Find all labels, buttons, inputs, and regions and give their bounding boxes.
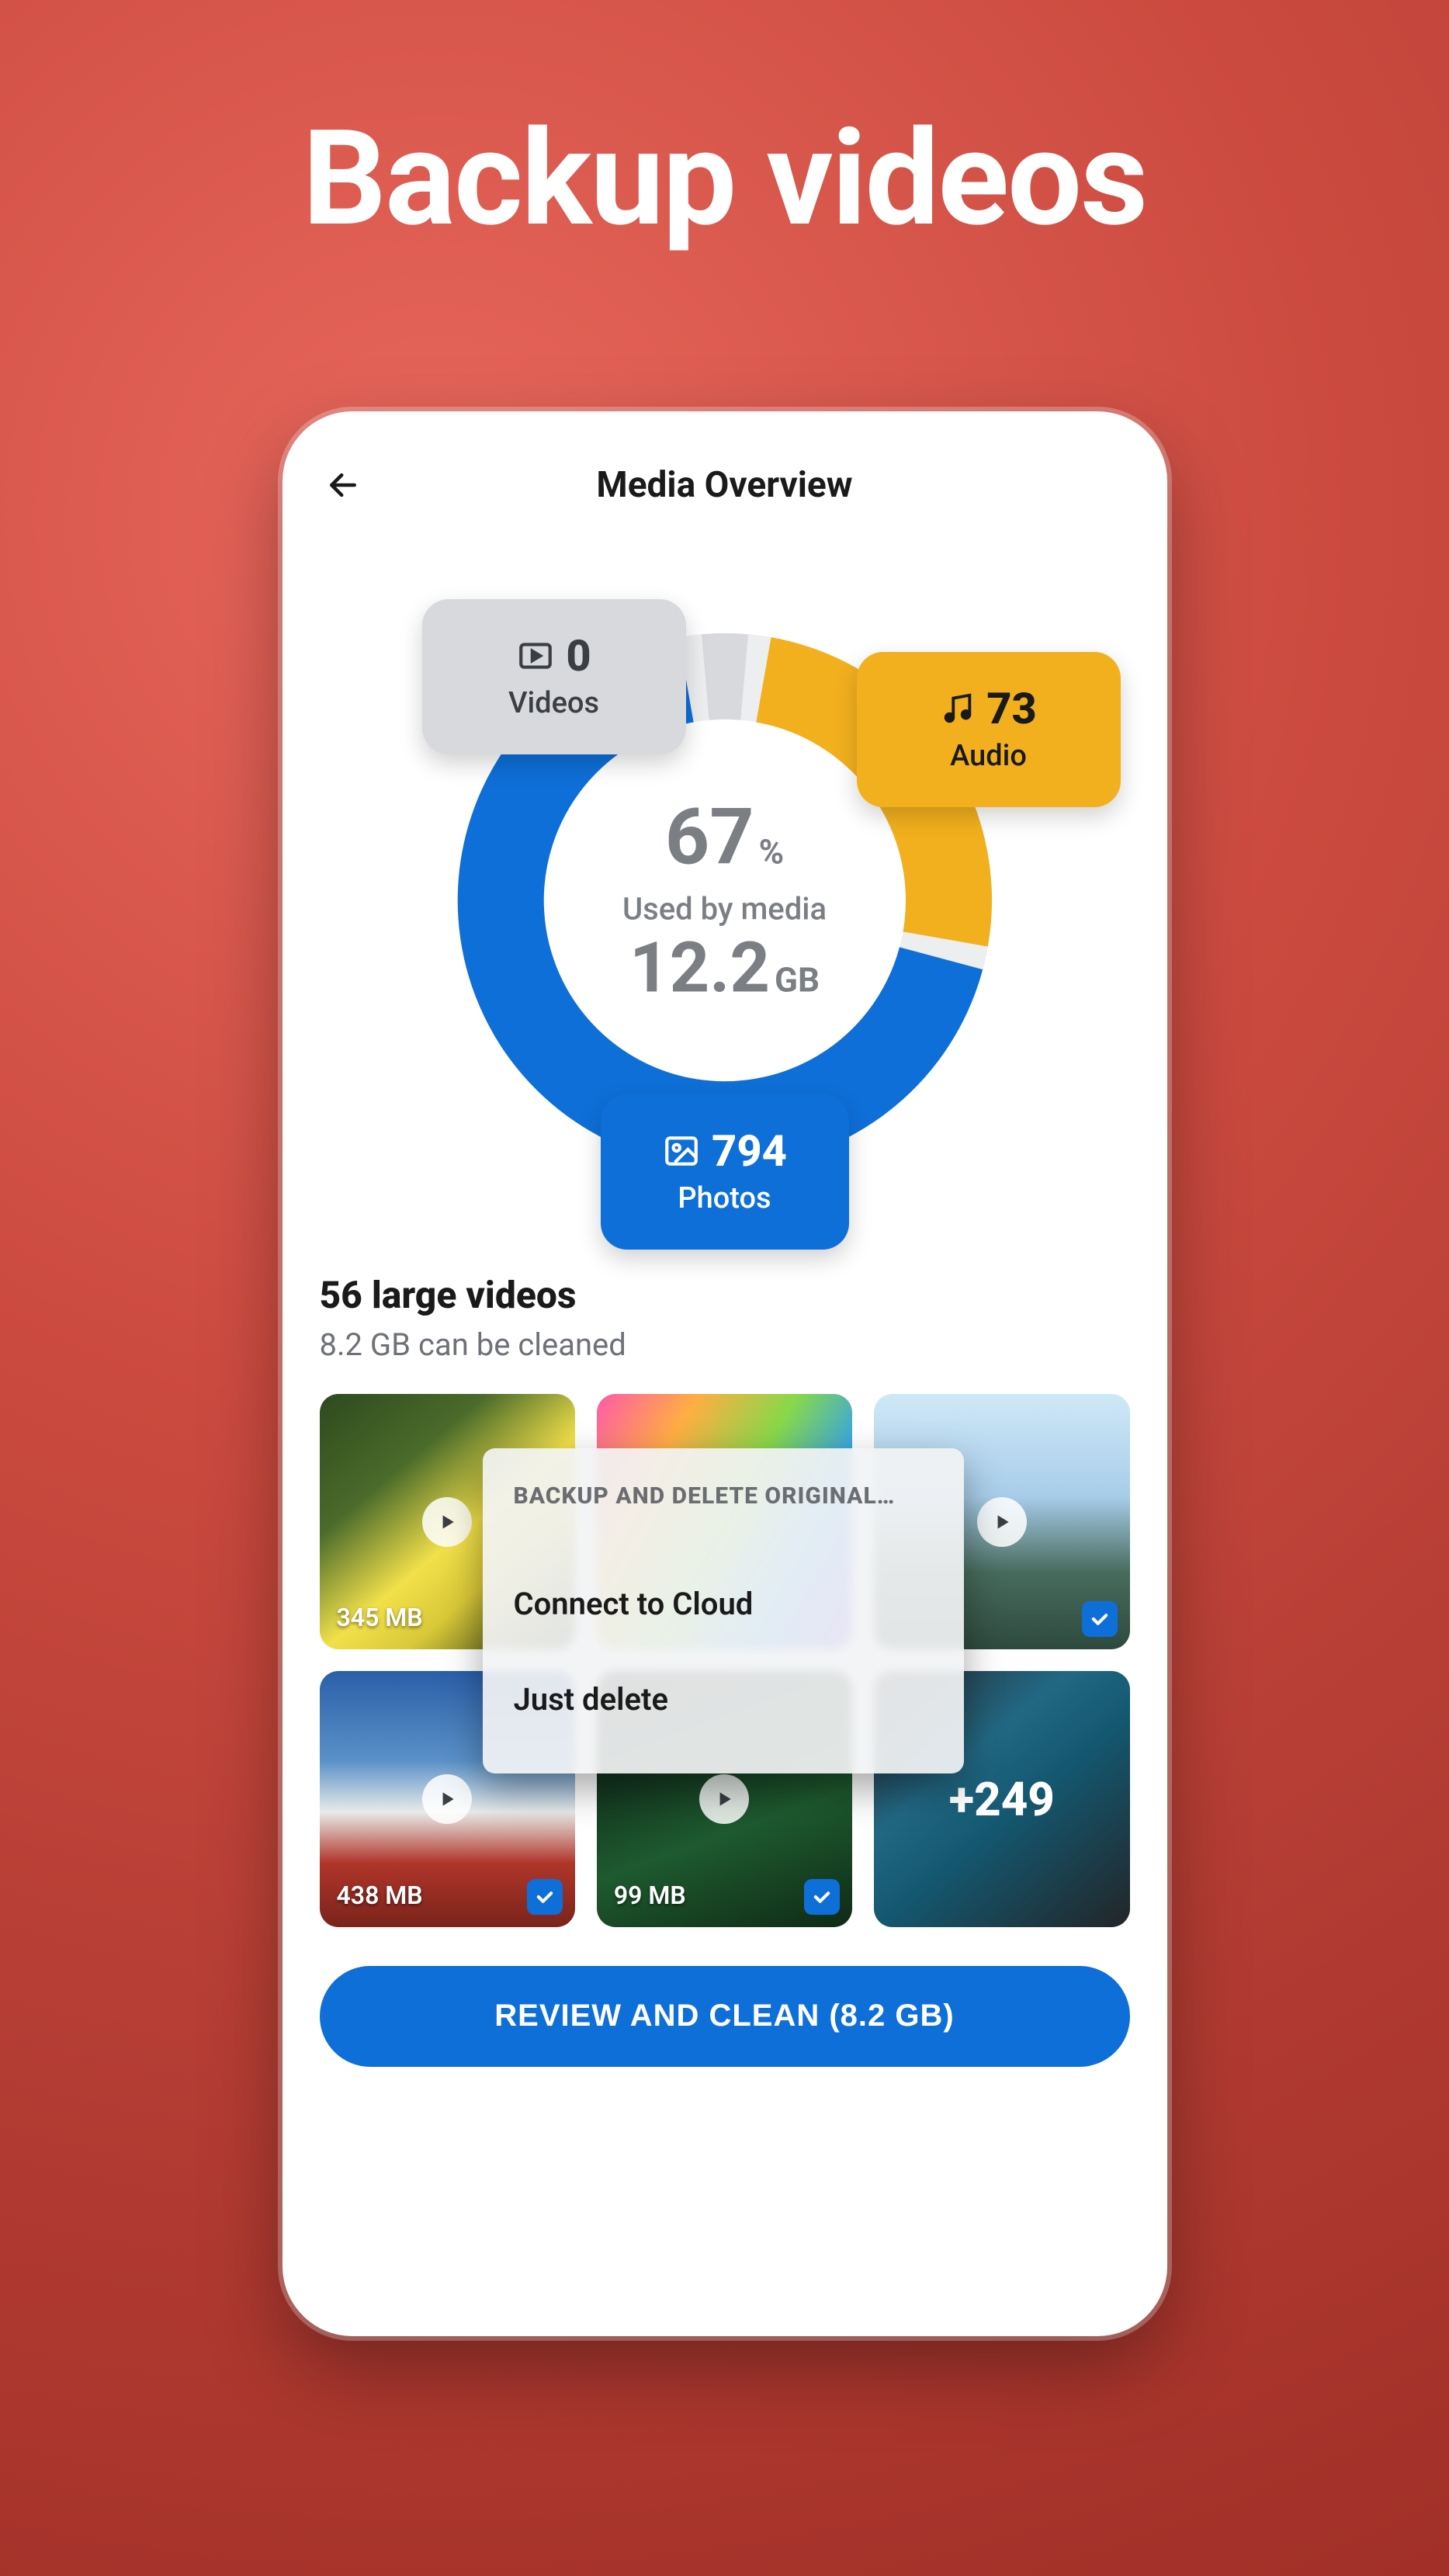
percent-sign: % [759,832,785,872]
large-videos-title: 56 large videos [320,1273,1130,1317]
photos-label: Photos [678,1181,771,1215]
usage-size: 12.2 [629,927,770,1009]
music-icon [940,691,976,726]
tile-size-label: 99 MB [614,1881,686,1910]
badge-audio[interactable]: 73 Audio [857,652,1121,807]
video-grid: 345 MB 438 MB 99 MB +249 BACKUP AND DE [320,1394,1130,1927]
promo-hero-title: Backup videos [303,101,1147,256]
photos-count: 794 [712,1125,787,1177]
photo-icon [662,1132,701,1170]
audio-label: Audio [950,739,1027,773]
page-title: Media Overview [320,464,1130,506]
popup-header: BACKUP AND DELETE ORIGINAL… [514,1482,933,1510]
videos-count: 0 [566,630,591,681]
tile-size-label: 345 MB [337,1603,423,1632]
usage-size-unit: GB [775,960,820,1000]
media-usage-donut: 67% Used by media 12.2GB 0 Videos 73 Aud… [438,613,1012,1187]
back-button[interactable] [320,462,366,508]
badge-videos[interactable]: 0 Videos [422,599,686,754]
play-icon [977,1497,1027,1547]
phone-frame: Media Overview 67% Used by media 12.2GB … [283,411,1167,2336]
play-icon [422,1497,472,1547]
play-icon [699,1774,749,1824]
popup-option-connect-cloud[interactable]: Connect to Cloud [514,1556,933,1652]
tile-size-label: 438 MB [337,1881,423,1910]
videos-label: Videos [508,686,599,720]
app-header: Media Overview [320,458,1130,512]
donut-center-stats: 67% Used by media 12.2GB [622,792,827,1009]
large-videos-subtitle: 8.2 GB can be cleaned [320,1326,1130,1363]
backup-delete-popup: BACKUP AND DELETE ORIGINAL… Connect to C… [483,1448,964,1773]
usage-subtitle: Used by media [622,891,827,927]
badge-photos[interactable]: 794 Photos [601,1094,849,1250]
selected-check-icon[interactable] [1082,1601,1118,1637]
selected-check-icon[interactable] [804,1879,840,1915]
play-icon [422,1774,472,1824]
video-icon [516,636,555,675]
selected-check-icon[interactable] [527,1879,563,1915]
usage-percent: 67 [665,792,754,883]
arrow-left-icon [326,468,360,502]
review-and-clean-button[interactable]: REVIEW AND CLEAN (8.2 GB) [320,1966,1130,2067]
audio-count: 73 [986,683,1037,734]
popup-option-just-delete[interactable]: Just delete [514,1652,933,1747]
